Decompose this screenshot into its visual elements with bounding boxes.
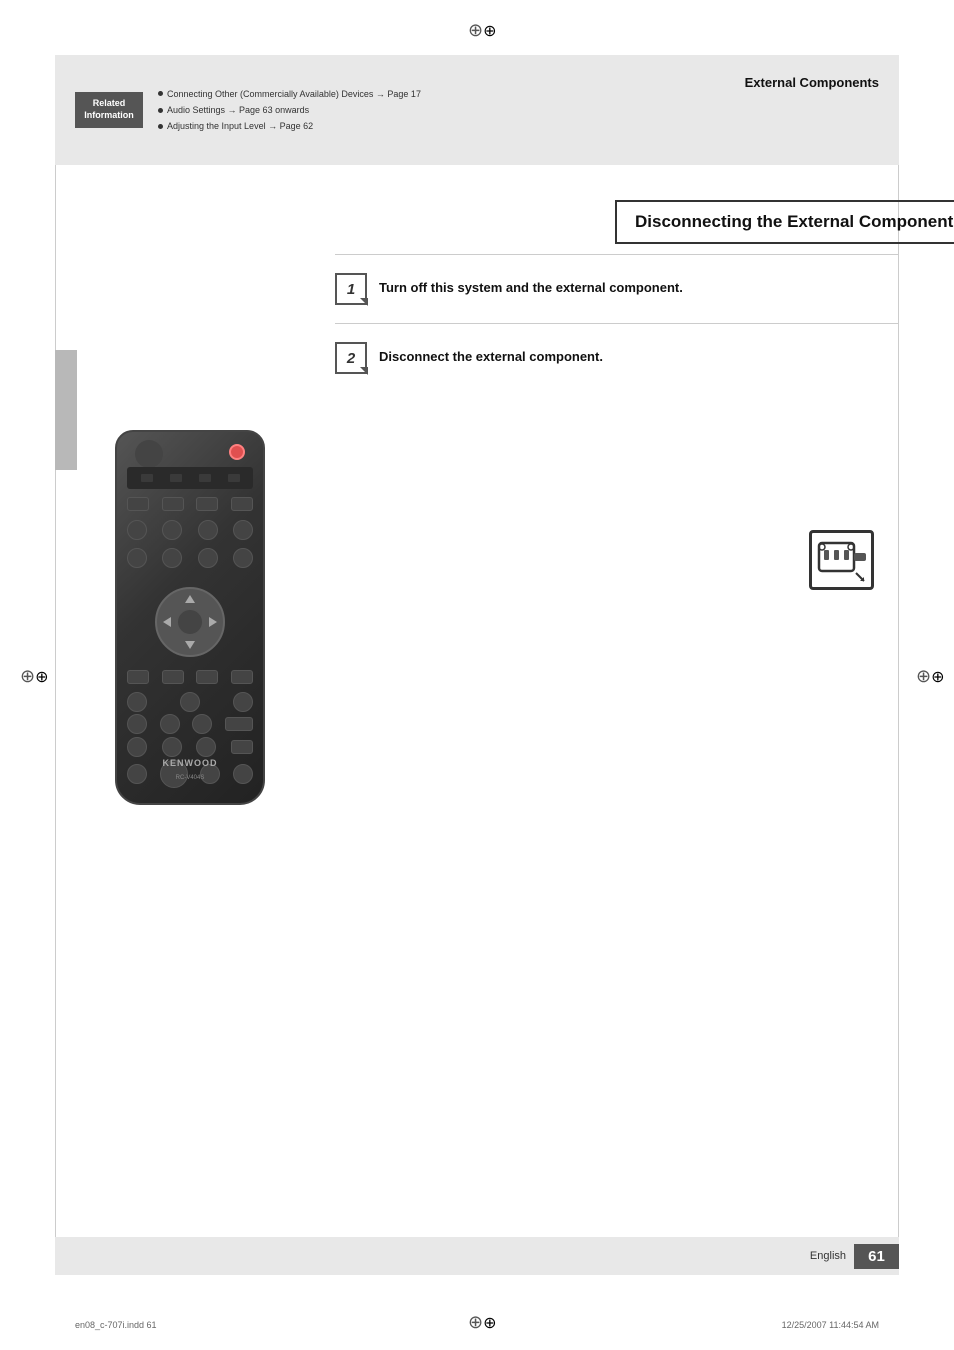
footer-page-number: 61 — [854, 1244, 899, 1269]
footer-language: English — [810, 1250, 846, 1262]
connector-svg — [814, 535, 869, 585]
remote-row-4 — [127, 548, 253, 568]
section-title: Disconnecting the External Component — [635, 212, 953, 231]
remote-nav-cluster — [155, 587, 225, 657]
remote-nav-down — [185, 641, 195, 649]
related-info-label-line1: Related — [93, 98, 126, 108]
main-content: Disconnecting the External Component 1 T… — [55, 200, 899, 392]
bullet-2 — [158, 108, 163, 113]
remote-nav-outer — [155, 587, 225, 657]
related-link-text-2: Audio Settings → Page 63 onwards — [167, 102, 309, 118]
remote-row-6 — [127, 692, 253, 712]
remote-model: RC-V404S — [176, 775, 205, 781]
header-band: Related Information Connecting Other (Co… — [55, 55, 899, 165]
remote-row-8 — [127, 737, 253, 757]
remote-nav-up — [185, 595, 195, 603]
remote-row-7 — [127, 714, 253, 734]
related-link-1: Connecting Other (Commercially Available… — [158, 86, 421, 102]
related-link-text-1: Connecting Other (Commercially Available… — [167, 86, 421, 102]
connector-icon-area — [809, 530, 874, 590]
related-info-label-line2: Information — [84, 110, 134, 120]
reg-mark-top: ⊕ — [468, 20, 486, 38]
bullet-3 — [158, 124, 163, 129]
remote-brand: KENWOOD — [163, 758, 218, 768]
related-link-3: Adjusting the Input Level → Page 62 — [158, 118, 421, 134]
steps-container: 1 Turn off this system and the external … — [335, 254, 899, 392]
step-1: 1 Turn off this system and the external … — [335, 254, 899, 323]
remote-row-2 — [127, 497, 253, 511]
remote-row-3 — [127, 520, 253, 540]
reg-mark-right: ⊕ — [916, 666, 934, 684]
remote-display-area — [127, 467, 253, 489]
remote-row-5 — [127, 670, 253, 684]
remote-nav-center — [177, 609, 203, 635]
bullet-1 — [158, 91, 163, 96]
remote-control-image: KENWOOD RC-V404S — [115, 430, 270, 810]
remote-top-circle — [135, 440, 163, 468]
related-link-text-3: Adjusting the Input Level → Page 62 — [167, 118, 313, 134]
reg-mark-left: ⊕ — [20, 666, 38, 684]
reg-mark-bottom: ⊕ — [468, 1312, 486, 1330]
step-1-text: Turn off this system and the external co… — [379, 273, 683, 297]
step-2: 2 Disconnect the external component. — [335, 323, 899, 392]
remote-nav-right — [209, 617, 217, 627]
remote-power-button — [229, 444, 245, 460]
step-2-text: Disconnect the external component. — [379, 342, 603, 366]
remote-body: KENWOOD RC-V404S — [115, 430, 265, 805]
related-info-box: Related Information — [75, 92, 143, 127]
section-header-title: External Components — [745, 75, 879, 90]
connector-icon — [809, 530, 874, 590]
related-links: Connecting Other (Commercially Available… — [158, 86, 421, 135]
footer-date-info: 12/25/2007 11:44:54 AM — [782, 1320, 879, 1330]
step-2-number: 2 — [335, 342, 367, 374]
section-title-box: Disconnecting the External Component — [615, 200, 954, 244]
related-link-2: Audio Settings → Page 63 onwards — [158, 102, 421, 118]
remote-nav-left — [163, 617, 171, 627]
footer-band: English 61 — [55, 1237, 899, 1275]
footer-file-info: en08_c-707i.indd 61 — [75, 1320, 157, 1330]
step-1-number: 1 — [335, 273, 367, 305]
